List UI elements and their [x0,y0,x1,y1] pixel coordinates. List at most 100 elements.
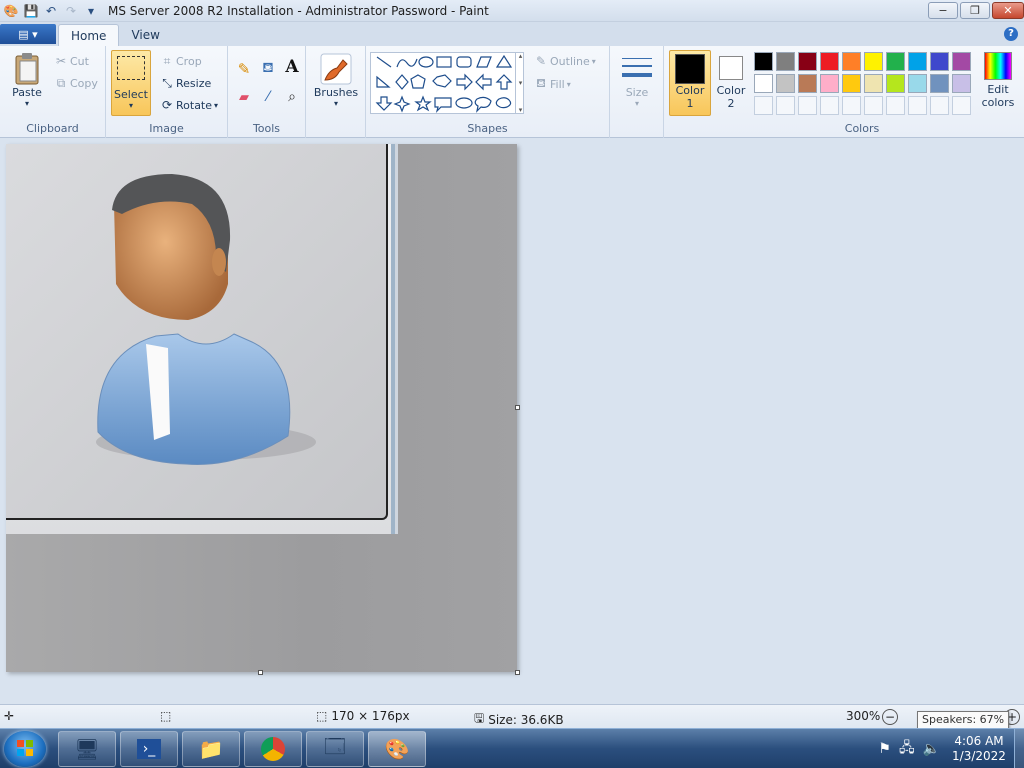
palette-swatch[interactable] [886,52,905,71]
clipboard-group-label: Clipboard [26,122,79,135]
custom-color-slot[interactable] [820,96,839,115]
magnifier-icon[interactable]: ⌕ [281,86,303,108]
customize-quick-access-icon[interactable]: ▾ [82,2,100,20]
custom-color-slot[interactable] [842,96,861,115]
powershell-icon: ›_ [137,739,161,759]
tab-home[interactable]: Home [58,24,120,46]
help-icon[interactable]: ? [1004,27,1018,41]
palette-swatch[interactable] [754,52,773,71]
close-button[interactable]: ✕ [992,2,1024,19]
taskbar-server-manager[interactable]: 🖥 [58,731,116,767]
palette-swatch[interactable] [776,52,795,71]
show-desktop-button[interactable] [1014,729,1024,768]
redo-icon[interactable]: ↷ [62,2,80,20]
undo-icon[interactable]: ↶ [42,2,60,20]
custom-color-slot[interactable] [952,96,971,115]
custom-color-slot[interactable] [886,96,905,115]
color1-button[interactable]: Color 1 [669,50,711,116]
scroll-up-icon[interactable]: ▴ [519,52,523,60]
chevron-down-icon: ▾ [214,100,219,110]
edit-colors-button[interactable]: Edit colors [976,52,1020,109]
palette-swatch[interactable] [864,74,883,93]
more-shapes-icon[interactable]: ▾ [519,106,523,114]
palette-swatch[interactable] [842,52,861,71]
shapes-gallery-icons [375,54,513,113]
outline-pen-icon: ✎ [535,54,547,68]
windows-logo-icon [17,740,33,756]
fill-button[interactable]: ⛾ Fill ▾ [532,76,571,92]
custom-color-slot[interactable] [754,96,773,115]
chevron-down-icon: ▾ [591,56,596,66]
drawing-canvas[interactable] [6,144,520,675]
copy-icon: ⧉ [56,76,66,90]
pencil-icon[interactable]: ✎ [233,58,255,80]
shapes-scroll[interactable]: ▴ ▾ ▾ [515,52,525,114]
custom-color-slot[interactable] [798,96,817,115]
chevron-down-icon: ▾ [634,99,639,108]
scroll-down-icon[interactable]: ▾ [519,79,523,87]
chevron-down-icon: ▾ [24,99,29,108]
clipboard-group: Paste ▾ ✂ Cut ⧉ Copy Clipboard [0,46,106,138]
palette-swatch[interactable] [952,52,971,71]
system-tray: ⚑ 🖧 🔈 4:06 AM 1/3/2022 [878,729,1024,768]
palette-swatch[interactable] [798,74,817,93]
palette-swatch[interactable] [908,74,927,93]
canvas-workspace[interactable] [0,138,1024,704]
text-tool-icon[interactable]: A [281,56,303,78]
color-picker-icon[interactable]: ⁄ [257,86,279,108]
resize-button[interactable]: ⤡ Resize [158,76,211,91]
rotate-button[interactable]: ⟳ Rotate ▾ [158,98,218,112]
brushes-button[interactable]: Brushes ▾ [312,52,360,108]
paint-app-icon[interactable]: 🎨 [2,2,20,20]
taskbar-powershell[interactable]: ›_ [120,731,178,767]
palette-swatch[interactable] [930,74,949,93]
minimize-button[interactable]: − [928,2,958,19]
resize-handle-right[interactable] [515,405,520,410]
cut-button[interactable]: ✂ Cut [52,54,89,68]
custom-color-slot[interactable] [864,96,883,115]
palette-swatch[interactable] [952,74,971,93]
palette-swatch[interactable] [864,52,883,71]
resize-handle-bottom[interactable] [258,670,263,675]
palette-swatch[interactable] [908,52,927,71]
resize-handle-corner[interactable] [515,670,520,675]
size-button[interactable]: Size ▾ [616,52,658,108]
start-button[interactable] [4,731,46,767]
zoom-out-button[interactable]: − [882,709,898,725]
taskbar-paint[interactable]: 🎨 [368,731,426,767]
taskbar-explorer[interactable]: 📁 [182,731,240,767]
clock[interactable]: 4:06 AM 1/3/2022 [944,734,1014,764]
eraser-icon[interactable]: ▰ [233,86,255,108]
taskbar: 🖥 ›_ 📁 🗔 🎨 ⚑ 🖧 🔈 4:06 AM 1/3/2022 [0,728,1024,768]
palette-swatch[interactable] [842,74,861,93]
speaker-icon[interactable]: 🔈 [923,741,940,757]
save-icon[interactable]: 💾 [22,2,40,20]
taskbar-remote-desktop[interactable]: 🗔 [306,731,364,767]
palette-swatch[interactable] [776,74,795,93]
size-group: Size ▾ [610,46,664,138]
palette-swatch[interactable] [930,52,949,71]
select-button[interactable]: Select ▾ [111,50,151,116]
restore-button[interactable]: ❐ [960,2,990,19]
custom-color-slot[interactable] [776,96,795,115]
action-center-icon[interactable]: ⚑ [878,741,891,757]
palette-swatch[interactable] [820,52,839,71]
palette-swatch[interactable] [886,74,905,93]
color2-button[interactable]: Color 2 [712,50,750,116]
crop-button[interactable]: ⌗ Crop [158,54,202,69]
palette-swatch[interactable] [798,52,817,71]
paint-menu-button[interactable]: ▤ ▾ [0,24,56,44]
shapes-gallery[interactable] [370,52,524,114]
taskbar-chrome[interactable] [244,731,302,767]
paste-button[interactable]: Paste ▾ [8,52,46,108]
scissors-icon: ✂ [55,54,67,68]
network-icon[interactable]: 🖧 [899,737,915,761]
custom-color-slot[interactable] [908,96,927,115]
outline-button[interactable]: ✎ Outline ▾ [532,54,596,68]
palette-swatch[interactable] [820,74,839,93]
palette-swatch[interactable] [754,74,773,93]
copy-button[interactable]: ⧉ Copy [52,76,98,91]
fill-bucket-icon[interactable]: ⛾ [257,58,279,80]
custom-color-slot[interactable] [930,96,949,115]
tab-view[interactable]: View [119,24,171,46]
